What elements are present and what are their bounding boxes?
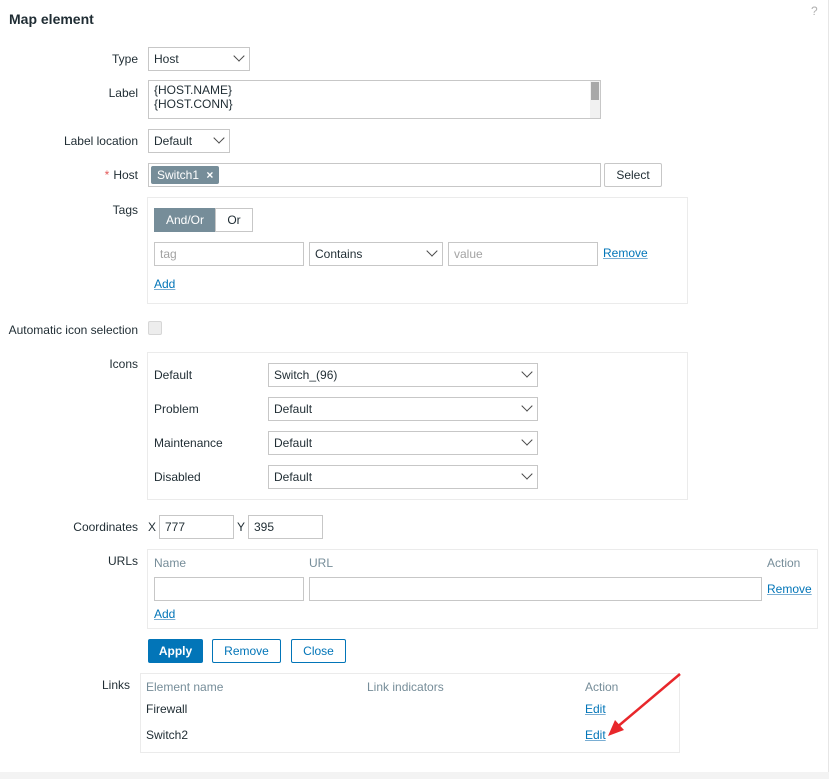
icon-maintenance-select[interactable]: Default [268,431,538,455]
links-col-indicators: Link indicators [367,680,444,694]
tag-operator-value: Contains [315,247,363,261]
coord-y-label: Y [237,520,246,534]
chevron-down-icon [213,132,225,144]
icon-problem-select[interactable]: Default [268,397,538,421]
label-line-2: {HOST.CONN} [154,97,233,111]
label-textarea[interactable]: {HOST.NAME} {HOST.CONN} [148,80,601,119]
host-label: * Host [40,168,138,182]
urls-col-url: URL [309,556,334,570]
tag-operator-select[interactable]: Contains [309,242,443,266]
chevron-down-icon [233,50,245,62]
tags-or-toggle[interactable]: Or [215,208,253,232]
url-remove-link[interactable]: Remove [767,582,812,596]
auto-icon-label: Automatic icon selection [8,323,138,337]
icon-problem-label: Problem [154,402,199,416]
scrollbar-thumb[interactable] [591,82,599,100]
url-name-input[interactable] [154,577,304,601]
links-label: Links [101,678,130,692]
urls-col-name: Name [154,556,187,570]
bottom-strip [0,772,829,779]
icon-disabled-label: Disabled [154,470,201,484]
coord-y-input[interactable]: 395 [248,515,323,539]
label-location-value: Default [154,134,193,148]
tag-add-link[interactable]: Add [154,277,175,291]
auto-icon-checkbox[interactable] [148,321,162,335]
urls-col-action: Action [767,556,801,570]
coord-x-label: X [148,520,157,534]
icon-default-select[interactable]: Switch_(96) [268,363,538,387]
close-icon[interactable]: × [206,168,213,182]
chevron-down-icon [521,468,533,480]
tags-label: Tags [112,203,138,217]
url-add-link[interactable]: Add [154,607,175,621]
label-label: Label [108,86,138,100]
tag-input[interactable]: tag [154,242,304,266]
annotation-arrow-icon [608,673,681,736]
host-label-text: Host [113,168,138,182]
chevron-down-icon [521,366,533,378]
tag-remove-link[interactable]: Remove [603,246,648,260]
urls-label: URLs [107,554,138,568]
chevron-down-icon [521,434,533,446]
url-value-input[interactable] [309,577,762,601]
help-icon[interactable]: ? [811,4,818,18]
coord-x-input[interactable]: 777 [159,515,234,539]
link-row-element: Firewall [146,702,188,716]
label-line-1: {HOST.NAME} [154,83,233,97]
required-marker: * [104,168,110,182]
tags-andor-toggle[interactable]: And/Or [154,208,216,232]
chevron-down-icon [521,400,533,412]
host-chip-label: Switch1 [157,168,200,182]
apply-button[interactable]: Apply [148,639,203,663]
type-select[interactable]: Host [148,47,250,71]
icon-problem-value: Default [274,402,313,416]
icons-label: Icons [109,357,138,371]
textarea-scrollbar[interactable] [590,81,600,118]
type-select-value: Host [154,52,179,66]
icon-disabled-value: Default [274,470,313,484]
icon-default-value: Switch_(96) [274,368,338,382]
icon-default-label: Default [154,368,193,382]
icon-disabled-select[interactable]: Default [268,465,538,489]
label-location-select[interactable]: Default [148,129,230,153]
type-label: Type [111,52,138,66]
arrow-shaft [615,673,681,729]
icon-maintenance-value: Default [274,436,313,450]
links-col-element: Element name [146,680,224,694]
label-location-label: Label location [63,134,138,148]
icon-maintenance-label: Maintenance [154,436,223,450]
coordinates-label: Coordinates [73,520,138,534]
remove-button[interactable]: Remove [212,639,281,663]
link-row-element: Switch2 [146,728,189,742]
host-select-button[interactable]: Select [604,163,662,187]
chevron-down-icon [426,245,438,257]
host-chip: Switch1 × [151,166,220,184]
host-multiselect[interactable]: Switch1 × [148,163,601,187]
dialog-title: Map element [9,11,94,27]
tag-value-input[interactable]: value [448,242,598,266]
close-button[interactable]: Close [291,639,346,663]
